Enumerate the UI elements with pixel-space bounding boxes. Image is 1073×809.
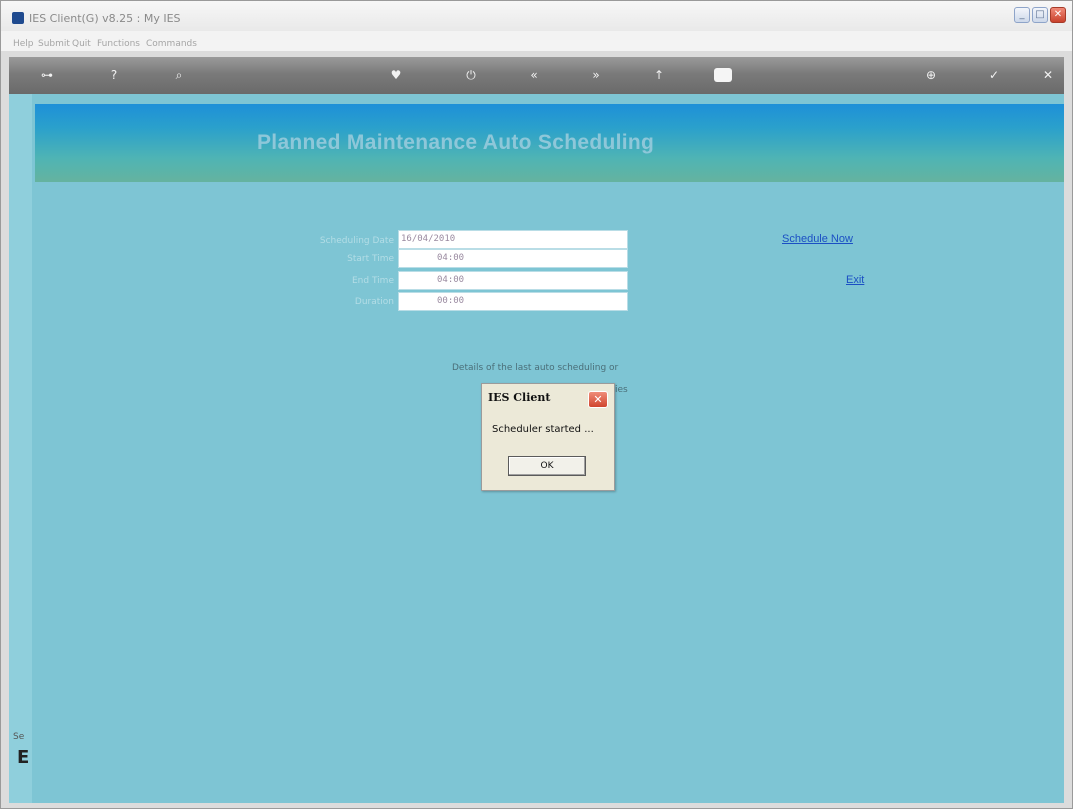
end-time-label: End Time (352, 276, 394, 286)
end-time-field[interactable]: 04:00 (398, 271, 628, 290)
menu-functions[interactable]: Functions (97, 39, 140, 49)
start-time-label: Start Time (347, 254, 394, 264)
scheduling-date-field[interactable]: 16/04/2010 (398, 230, 628, 249)
maximize-button[interactable]: □ (1032, 7, 1048, 23)
app-icon (12, 12, 24, 24)
page-title: Planned Maintenance Auto Scheduling (257, 131, 655, 154)
help-icon[interactable]: ? (104, 65, 124, 85)
check-icon[interactable]: ✓ (984, 65, 1004, 85)
close-icon[interactable]: ✕ (1038, 65, 1058, 85)
search-icon[interactable]: ⌕ (169, 65, 189, 85)
menu-help[interactable]: Help (13, 39, 34, 49)
close-window-button[interactable]: ✕ (1050, 7, 1066, 23)
ok-button[interactable]: OK (508, 456, 586, 476)
start-time-field[interactable]: 04:00 (398, 249, 628, 268)
minimize-button[interactable]: _ (1014, 7, 1030, 23)
rewind-icon[interactable]: « (524, 65, 544, 85)
toolbar: ⊶ ? ⌕ ♥ ⏻ « » ↑ ⊕ ✓ ✕ (9, 57, 1064, 94)
upload-icon[interactable]: ↑ (649, 65, 669, 85)
menu-commands[interactable]: Commands (146, 39, 197, 49)
side-panel-label: Se (13, 732, 25, 742)
duration-field[interactable]: 00:00 (398, 292, 628, 311)
page-header: Planned Maintenance Auto Scheduling (35, 104, 1064, 182)
menu-submit[interactable]: Submit (38, 39, 70, 49)
scheduling-date-label: Scheduling Date (319, 236, 394, 246)
window-title: IES Client(G) v8.25 : My IES (29, 12, 181, 25)
side-panel-glyph: E (17, 747, 30, 768)
heart-icon[interactable]: ♥ (386, 65, 406, 85)
dialog-close-button[interactable]: ✕ (588, 391, 608, 408)
details-text: Details of the last auto scheduling or (452, 363, 619, 373)
title-bar: IES Client(G) v8.25 : My IES _ □ ✕ (1, 1, 1072, 31)
power-icon[interactable]: ⏻ (461, 65, 481, 85)
dialog-title: IES Client (488, 391, 551, 404)
side-panel (9, 94, 32, 803)
schedule-now-link[interactable]: Schedule Now (782, 233, 853, 245)
dialog-message: Scheduler started ... (492, 424, 594, 435)
page-icon[interactable] (714, 68, 732, 82)
exit-link[interactable]: Exit (846, 274, 864, 286)
key-icon[interactable]: ⊶ (37, 65, 57, 85)
menu-quit[interactable]: Quit (72, 39, 91, 49)
details-text-suffix: ies (615, 385, 628, 395)
duration-label: Duration (354, 297, 394, 307)
menu-bar: Help Submit Quit Functions Commands (1, 31, 1072, 51)
message-dialog: IES Client ✕ Scheduler started ... OK (481, 383, 615, 491)
save-icon[interactable]: ⊕ (921, 65, 941, 85)
forward-icon[interactable]: » (586, 65, 606, 85)
